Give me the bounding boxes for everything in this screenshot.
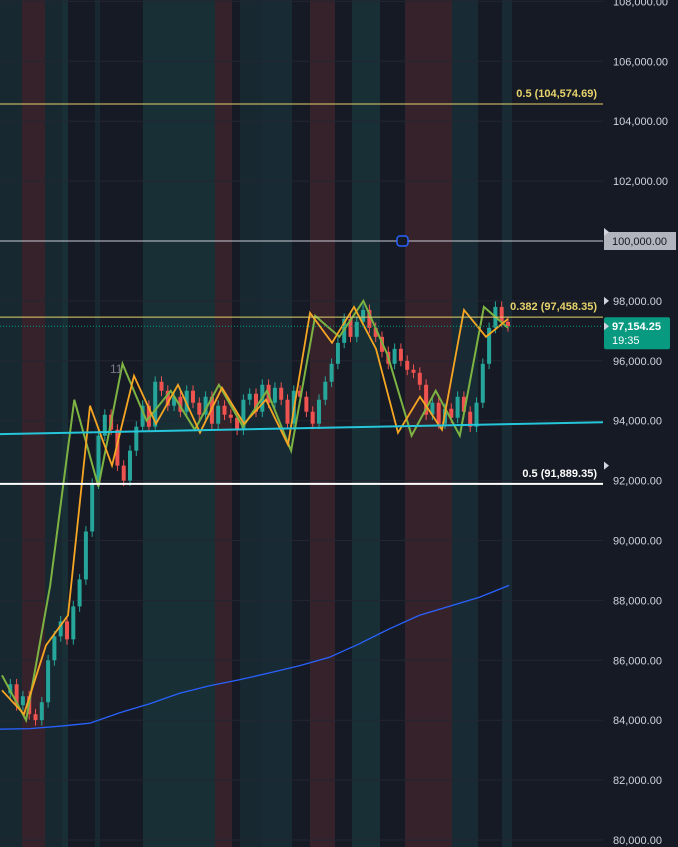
candle-body <box>272 387 277 403</box>
annotation-label: 11 <box>110 362 123 376</box>
candle-body <box>417 372 422 385</box>
candle-body <box>499 306 504 322</box>
price-tick-label: 80,000.00 <box>613 835 662 847</box>
price-tick-label: 108,000.00 <box>613 0 668 8</box>
candle-body <box>398 348 403 361</box>
price-tick-label: 92,000.00 <box>613 476 662 488</box>
price-tick-label: 106,000.00 <box>613 56 668 68</box>
candle-body <box>90 483 95 532</box>
price-tick-label: 88,000.00 <box>613 595 662 607</box>
candle-body <box>310 411 315 424</box>
fib-level-label: 0.5 (104,574.69) <box>516 88 597 100</box>
candle-body <box>285 399 290 424</box>
price-chart[interactable]: 0.5 (104,574.69) 0.382 (97,458.35) 0.5 (91… <box>0 0 678 847</box>
candle-body <box>405 360 410 370</box>
candle-body <box>134 426 139 451</box>
candle-body <box>39 702 44 721</box>
candle-body <box>317 399 321 424</box>
candle-body <box>392 348 397 364</box>
candle-body <box>480 363 485 403</box>
candle-body <box>216 405 221 424</box>
fib-level-label: 0.382 (97,458.35) <box>510 301 597 313</box>
price-tick-label: 84,000.00 <box>613 715 662 727</box>
candle-body <box>77 579 82 607</box>
candle-body <box>65 621 69 640</box>
candle-body <box>335 342 340 364</box>
candle-body <box>436 402 441 424</box>
candle-body <box>279 387 284 400</box>
candle-body <box>247 393 252 400</box>
candle-body <box>20 696 25 706</box>
candle-body <box>228 414 233 418</box>
price-tick-label: 98,000.00 <box>613 296 662 308</box>
candle-body <box>71 606 76 640</box>
candle-body <box>33 714 38 721</box>
price-tick-label: 90,000.00 <box>613 536 662 548</box>
line-handle[interactable] <box>396 235 409 247</box>
candle-body <box>304 396 309 412</box>
price-tick-label: 94,000.00 <box>613 416 662 428</box>
candle-body <box>83 531 88 580</box>
current-price-label: 97,154.25 <box>612 321 661 333</box>
candle-body <box>323 381 328 400</box>
candle-body <box>474 402 479 427</box>
candle-body <box>121 465 126 481</box>
candle-body <box>329 363 334 382</box>
fib-level-label: 0.5 (91,889.35) <box>522 468 597 480</box>
candle-body <box>455 396 460 418</box>
candle-body <box>222 405 227 415</box>
candle-body <box>159 381 164 391</box>
price-axis[interactable]: 80,000.00 82,000.00 84,000.00 86,000.00 88,0… <box>603 0 678 847</box>
candle-body <box>46 660 51 703</box>
price-tick-label: 104,000.00 <box>613 116 668 128</box>
countdown-label: 19:35 <box>612 335 640 347</box>
price-tick-label: 86,000.00 <box>613 655 662 667</box>
candle-body <box>191 390 195 403</box>
price-tick-label: 82,000.00 <box>613 775 662 787</box>
price-tick-label: 102,000.00 <box>613 176 668 188</box>
marker-price-label: 100,000.00 <box>612 236 667 248</box>
candle-body <box>52 636 57 661</box>
price-tick-label: 96,000.00 <box>613 356 662 368</box>
candle-body <box>354 321 359 337</box>
candle-body <box>128 450 132 481</box>
candle-body <box>411 369 416 373</box>
candle-body <box>197 402 202 415</box>
